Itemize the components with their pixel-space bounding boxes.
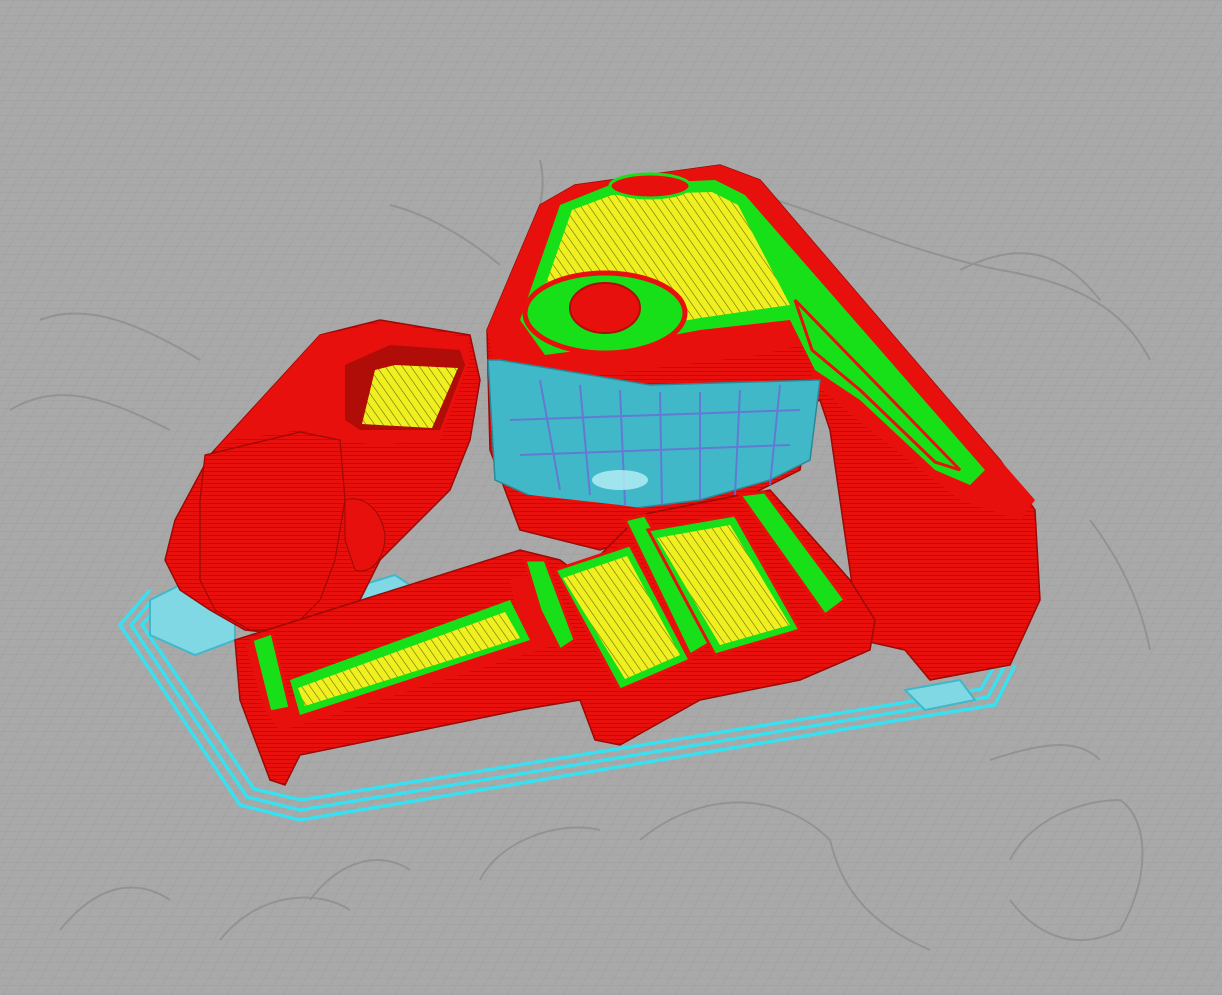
top-hole: [608, 172, 692, 200]
drum-highlight: [592, 470, 648, 490]
layer-view-viewport[interactable]: [0, 0, 1222, 995]
scene-canvas[interactable]: [0, 0, 1222, 995]
bore-hole: [569, 282, 641, 334]
